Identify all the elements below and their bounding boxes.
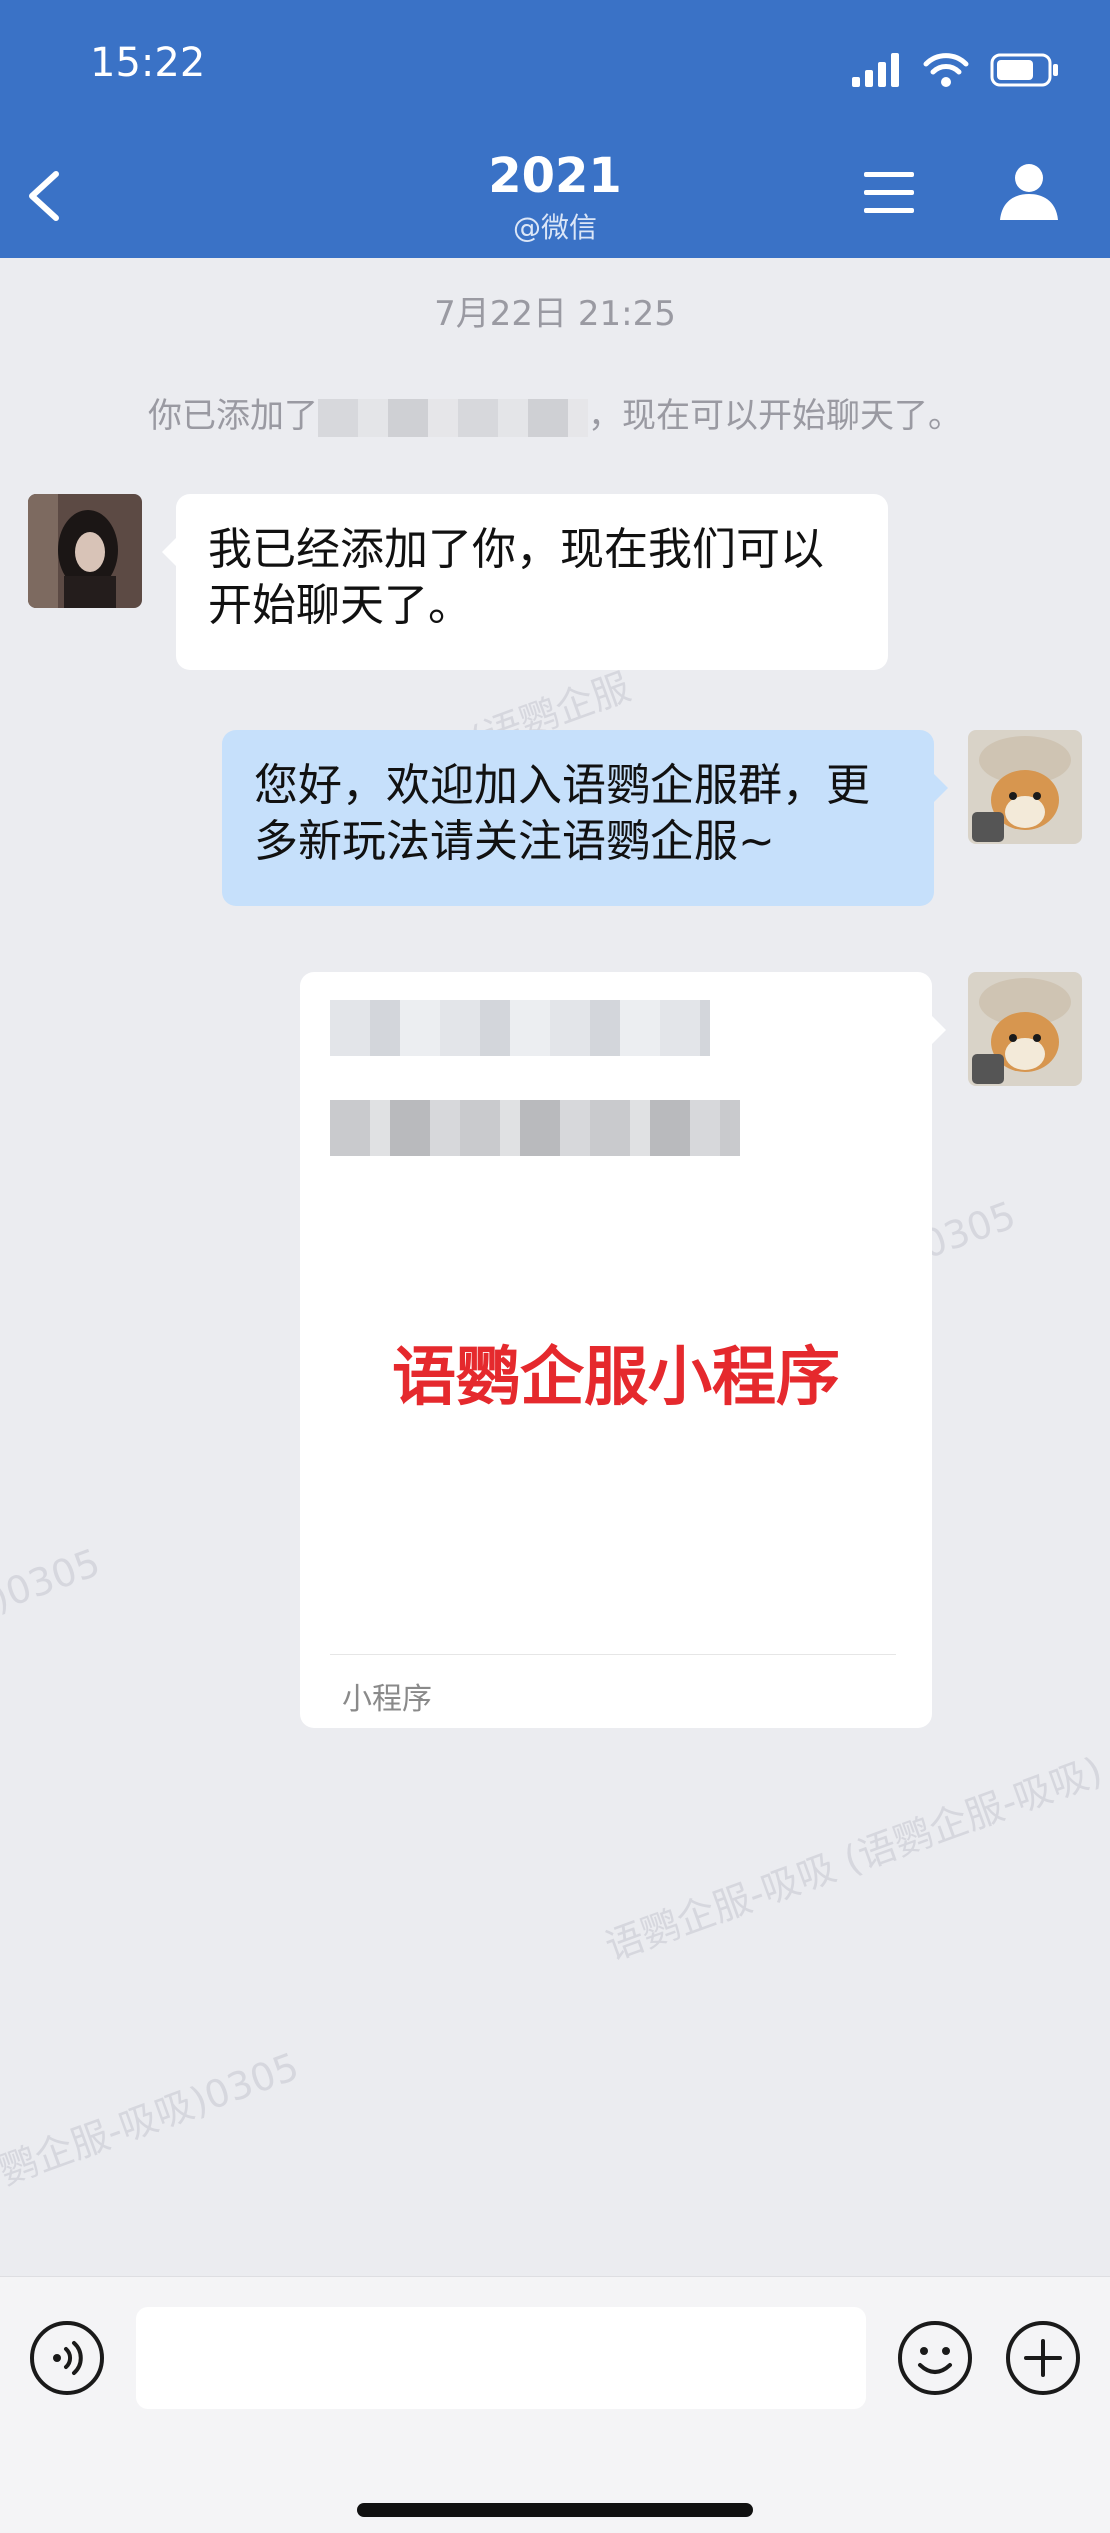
voice-icon[interactable] [28, 2319, 106, 2397]
signal-icon [852, 53, 899, 87]
card-divider [330, 1654, 896, 1655]
chat-area[interactable]: 吸吸 (语鹦企服 0305 )0305 语鹦企服-吸吸 (语鹦企服-吸吸) 鹦企… [0, 258, 1110, 2276]
system-message-suffix: ，现在可以开始聊天了。 [588, 396, 962, 436]
battery-icon [990, 53, 1058, 87]
message-text: 您好，欢迎加入语鹦企服群，更多新玩法请关注语鹦企服~ [254, 760, 870, 867]
message-text: 我已经添加了你，现在我们可以开始聊天了。 [208, 524, 824, 631]
status-time: 15:22 [90, 40, 206, 86]
home-indicator [357, 2503, 753, 2517]
watermark: 鹦企服-吸吸)0305 [0, 2044, 305, 2194]
chat-subtitle: @微信 [512, 211, 597, 244]
chat-header: 15:22 2021 @微信 [0, 0, 1110, 258]
chat-title: 2021 [488, 148, 622, 204]
message-timestamp: 7月22日 21:25 [434, 294, 676, 334]
my-avatar[interactable] [968, 730, 1082, 844]
watermark: 语鹦企服-吸吸 (语鹦企服-吸吸) [599, 1748, 1109, 1970]
blurred-card-description [330, 1100, 740, 1156]
blurred-card-header [330, 1000, 710, 1056]
card-type-label: 小程序 [342, 1682, 432, 1717]
input-bar [0, 2276, 1110, 2533]
my-avatar[interactable] [968, 972, 1082, 1086]
status-icons [852, 50, 1060, 90]
system-message-prefix: 你已添加了 [148, 396, 318, 436]
incoming-message-bubble[interactable]: 我已经添加了你，现在我们可以开始聊天了。 [162, 494, 888, 670]
menu-icon[interactable] [860, 168, 918, 218]
wifi-icon [923, 53, 969, 87]
message-input[interactable] [136, 2307, 866, 2409]
emoji-icon[interactable] [896, 2319, 974, 2397]
system-message: 你已添加了 ，现在可以开始聊天了。 [0, 388, 1110, 437]
card-title: 语鹦企服小程序 [392, 1341, 840, 1415]
plus-icon[interactable] [1004, 2319, 1082, 2397]
person-icon[interactable] [998, 160, 1060, 222]
contact-avatar[interactable] [28, 494, 142, 608]
outgoing-message-bubble[interactable]: 您好，欢迎加入语鹦企服群，更多新玩法请关注语鹦企服~ [222, 730, 948, 906]
mini-program-card[interactable]: 语鹦企服小程序 小程序 [300, 972, 946, 1728]
watermark: )0305 [0, 1540, 106, 1620]
blurred-contact-name [318, 398, 588, 437]
